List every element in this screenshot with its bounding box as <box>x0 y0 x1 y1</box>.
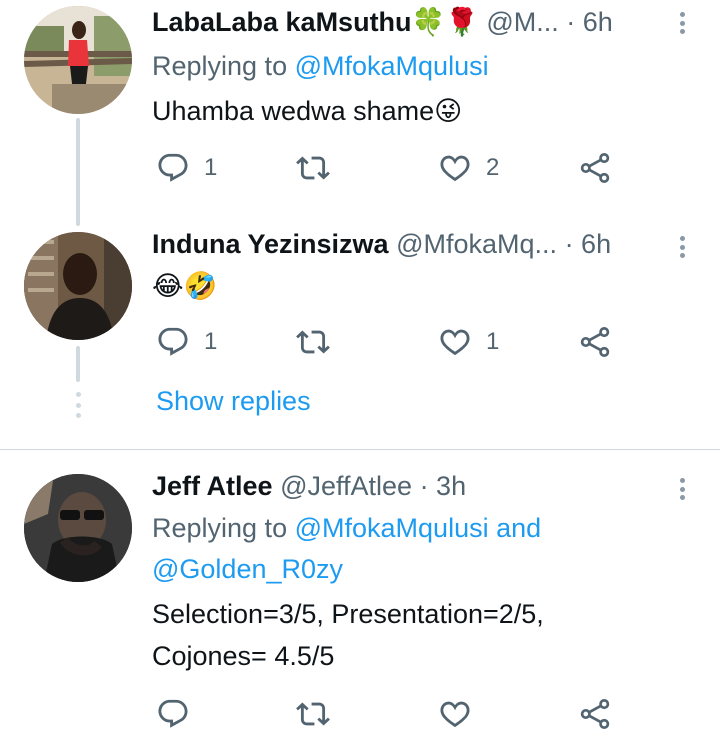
tweet[interactable]: Induna Yezinsizwa @MfokaMq... · 6h 😂🤣 1 … <box>0 220 720 450</box>
tweet-header: Induna Yezinsizwa @MfokaMq... · 6h <box>152 224 670 264</box>
reply-button[interactable]: 1 <box>156 322 217 362</box>
tweet[interactable]: LabaLaba kaMsuthu🍀🌹 @M... · 6h Replying … <box>0 0 720 226</box>
show-replies-link[interactable]: Show replies <box>156 386 311 417</box>
mention-link[interactable]: @MfokaMqulusi <box>295 51 489 81</box>
tweet-actions <box>152 694 632 734</box>
tweet-text-line: Selection=3/5, Presentation=2/5, <box>152 599 544 629</box>
replying-to: Replying to @MfokaMqulusi and <box>152 509 700 547</box>
thread-line <box>76 118 80 226</box>
replying-to-label: Replying to <box>152 513 288 543</box>
share-button[interactable] <box>578 322 612 362</box>
display-name[interactable]: Induna Yezinsizwa <box>152 229 389 259</box>
reply-icon <box>156 151 190 185</box>
tweet-text-line: Cojones= 4.5/5 <box>152 641 335 671</box>
avatar[interactable] <box>24 474 132 582</box>
like-count: 1 <box>486 328 500 355</box>
retweet-icon <box>296 325 330 359</box>
thread-line <box>76 346 80 382</box>
like-button[interactable] <box>438 694 472 734</box>
heart-icon <box>438 325 472 359</box>
display-name[interactable]: LabaLaba kaMsuthu🍀🌹 <box>152 7 479 37</box>
timestamp[interactable]: · 3h <box>420 471 467 501</box>
tweet-actions: 1 1 <box>152 322 632 362</box>
user-handle[interactable]: @JeffAtlee <box>280 471 412 501</box>
heart-icon <box>438 697 472 731</box>
reply-count: 1 <box>204 328 218 355</box>
like-count: 2 <box>486 154 500 181</box>
reply-icon <box>156 325 190 359</box>
retweet-button[interactable] <box>296 322 330 362</box>
tweet-actions: 1 2 <box>152 148 632 188</box>
tweet[interactable]: Jeff Atlee @JeffAtlee · 3h Replying to @… <box>0 450 720 739</box>
avatar[interactable] <box>24 232 132 340</box>
avatar[interactable] <box>24 6 132 114</box>
timestamp[interactable]: · 6h <box>565 229 612 259</box>
like-button[interactable]: 1 <box>438 322 499 362</box>
reply-icon <box>156 697 190 731</box>
thread-continuation-icon <box>74 392 82 418</box>
avatar-photo-icon <box>24 232 132 340</box>
user-handle[interactable]: @MfokaMq... <box>396 229 557 259</box>
like-button[interactable]: 2 <box>438 148 499 188</box>
replying-to-label: Replying to <box>152 51 288 81</box>
display-name[interactable]: Jeff Atlee <box>152 471 273 501</box>
mention-link[interactable]: @MfokaMqulusi and <box>295 513 542 543</box>
avatar-photo-icon <box>24 6 132 114</box>
tweet-header: Jeff Atlee @JeffAtlee · 3h <box>152 466 670 506</box>
reply-button[interactable]: 1 <box>156 148 217 188</box>
reply-button[interactable] <box>156 694 190 734</box>
share-icon <box>578 697 612 731</box>
replying-to: Replying to @MfokaMqulusi <box>152 47 700 85</box>
tweet-text: Uhamba wedwa shame😜 <box>152 96 463 126</box>
tweet-header: LabaLaba kaMsuthu🍀🌹 @M... · 6h <box>152 2 670 42</box>
share-button[interactable] <box>578 148 612 188</box>
share-icon <box>578 325 612 359</box>
retweet-icon <box>296 151 330 185</box>
more-vertical-icon[interactable] <box>672 472 692 506</box>
share-icon <box>578 151 612 185</box>
timestamp[interactable]: · 6h <box>566 7 613 37</box>
tweet-text: 😂🤣 <box>152 271 218 301</box>
mention-link[interactable]: @Golden_R0zy <box>152 550 700 588</box>
more-vertical-icon[interactable] <box>672 6 692 40</box>
retweet-icon <box>296 697 330 731</box>
retweet-button[interactable] <box>296 148 330 188</box>
avatar-photo-icon <box>24 474 132 582</box>
reply-count: 1 <box>204 154 218 181</box>
heart-icon <box>438 151 472 185</box>
retweet-button[interactable] <box>296 694 330 734</box>
user-handle[interactable]: @M... <box>486 7 558 37</box>
more-vertical-icon[interactable] <box>672 230 692 264</box>
share-button[interactable] <box>578 694 612 734</box>
